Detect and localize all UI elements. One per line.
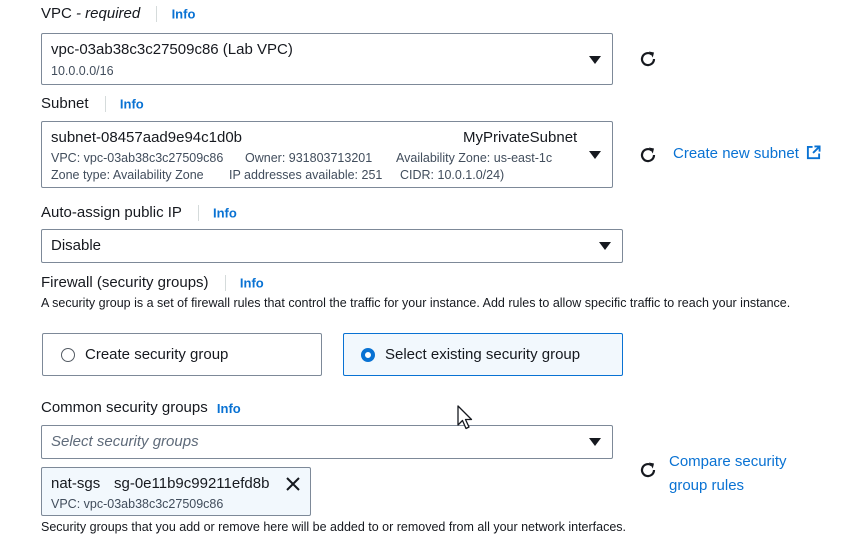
vpc-selected-cidr: 10.0.0.0/16 [51,64,114,78]
firewall-label-text: Firewall (security groups) [41,274,209,291]
security-groups-footer-note: Security groups that you add or remove h… [41,520,627,534]
create-new-subnet-text[interactable]: Create new subnet [673,145,799,162]
select-existing-security-group-label: Select existing security group [385,346,581,363]
subnet-detail-az: Availability Zone: us-east-1c [396,151,553,165]
mouse-cursor-icon [457,405,473,430]
subnet-label-text: Subnet [41,95,89,112]
subnet-label: Subnet Info [41,95,144,113]
public-ip-label: Auto-assign public IP Info [41,204,237,222]
firewall-label: Firewall (security groups) Info [41,274,264,292]
create-security-group-label: Create security group [85,346,229,363]
refresh-icon[interactable] [638,49,658,69]
subnet-select[interactable]: subnet-08457aad9e94c1d0b MyPrivateSubnet… [41,121,613,188]
public-ip-select[interactable]: Disable [41,229,623,263]
radio-unselected-icon[interactable] [61,347,75,362]
common-sg-label-text: Common security groups [41,399,208,416]
external-link-icon [807,145,821,160]
select-existing-security-group-option[interactable]: Select existing security group [343,333,623,376]
token-id: sg-0e11b9c99211efd8b [114,475,270,492]
refresh-icon[interactable] [638,145,658,165]
divider [197,205,199,222]
create-new-subnet-link[interactable]: Create new subnet [673,145,821,163]
vpc-select[interactable]: vpc-03ab38c3c27509c86 (Lab VPC) 10.0.0.0… [41,33,613,85]
compare-line-2[interactable]: group rules [669,474,787,498]
caret-down-icon [599,242,611,250]
security-groups-select[interactable]: Select security groups [41,425,613,459]
subnet-detail-zone-type: Zone type: Availability Zone [51,168,204,182]
vpc-selected-name: vpc-03ab38c3c27509c86 (Lab VPC) [51,41,293,58]
subnet-info-link[interactable]: Info [120,97,144,112]
compare-security-group-rules-link[interactable]: Compare security group rules [669,450,787,498]
divider [224,275,226,292]
security-group-token: nat-sgs sg-0e11b9c99211efd8b VPC: vpc-03… [41,467,311,516]
caret-down-icon [589,438,601,446]
compare-line-1[interactable]: Compare security [669,450,787,474]
public-ip-label-text: Auto-assign public IP [41,204,182,221]
close-icon[interactable] [285,476,301,492]
caret-down-icon [589,151,601,159]
vpc-label: VPC - required Info [41,5,196,23]
divider [104,96,106,113]
caret-down-icon [589,56,601,64]
vpc-label-text: VPC [41,5,72,22]
radio-selected-icon[interactable] [361,347,375,362]
divider [156,6,158,23]
subnet-detail-ips: IP addresses available: 251 [229,168,383,182]
subnet-detail-owner: Owner: 931803713201 [245,151,373,165]
public-ip-value: Disable [51,237,102,254]
vpc-required-text: - required [76,5,141,22]
subnet-detail-vpc: VPC: vpc-03ab38c3c27509c86 [51,151,224,165]
token-vpc: VPC: vpc-03ab38c3c27509c86 [51,497,224,511]
common-sg-info-link[interactable]: Info [217,401,241,416]
subnet-selected-name: MyPrivateSubnet [463,129,578,146]
firewall-description: A security group is a set of firewall ru… [41,296,791,310]
security-groups-placeholder: Select security groups [51,433,199,450]
vpc-info-link[interactable]: Info [172,7,196,22]
common-sg-label: Common security groups Info [41,399,241,416]
refresh-icon[interactable] [638,460,658,480]
create-security-group-option[interactable]: Create security group [42,333,322,376]
subnet-detail-cidr: CIDR: 10.0.1.0/24) [400,168,505,182]
firewall-info-link[interactable]: Info [240,276,264,291]
token-name: nat-sgs [51,475,101,492]
public-ip-info-link[interactable]: Info [213,206,237,221]
subnet-selected-id: subnet-08457aad9e94c1d0b [51,129,243,146]
